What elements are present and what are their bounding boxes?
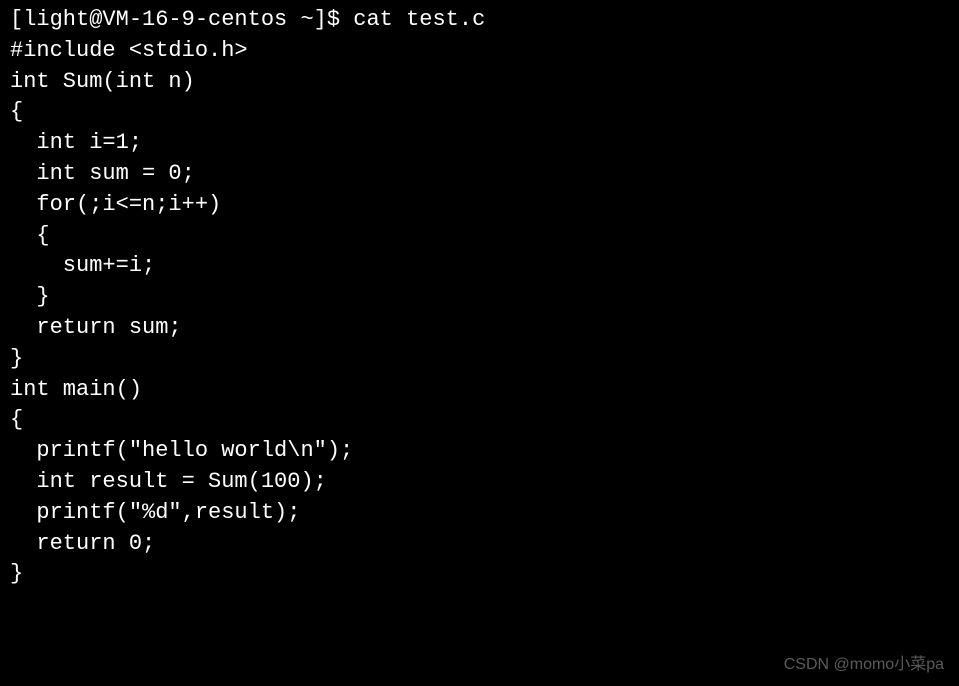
terminal-output[interactable]: [light@VM-16-9-centos ~]$ cat test.c #in… xyxy=(10,5,949,590)
code-line: sum+=i; xyxy=(10,251,949,282)
command-line: [light@VM-16-9-centos ~]$ cat test.c xyxy=(10,5,949,36)
code-line: return sum; xyxy=(10,313,949,344)
code-line: return 0; xyxy=(10,529,949,560)
code-line: for(;i<=n;i++) xyxy=(10,190,949,221)
code-line: printf("%d",result); xyxy=(10,498,949,529)
code-line: } xyxy=(10,282,949,313)
code-line: } xyxy=(10,344,949,375)
code-line: int Sum(int n) xyxy=(10,67,949,98)
code-line: } xyxy=(10,559,949,590)
code-line: printf("hello world\n"); xyxy=(10,436,949,467)
code-line: int i=1; xyxy=(10,128,949,159)
code-line: { xyxy=(10,221,949,252)
code-line: { xyxy=(10,405,949,436)
code-line: int sum = 0; xyxy=(10,159,949,190)
shell-prompt: [light@VM-16-9-centos ~]$ xyxy=(10,7,353,32)
code-line: #include <stdio.h> xyxy=(10,36,949,67)
command-text: cat test.c xyxy=(353,7,485,32)
watermark-text: CSDN @momo小菜pa xyxy=(784,654,944,676)
code-line: int main() xyxy=(10,375,949,406)
code-line: int result = Sum(100); xyxy=(10,467,949,498)
code-line: { xyxy=(10,97,949,128)
